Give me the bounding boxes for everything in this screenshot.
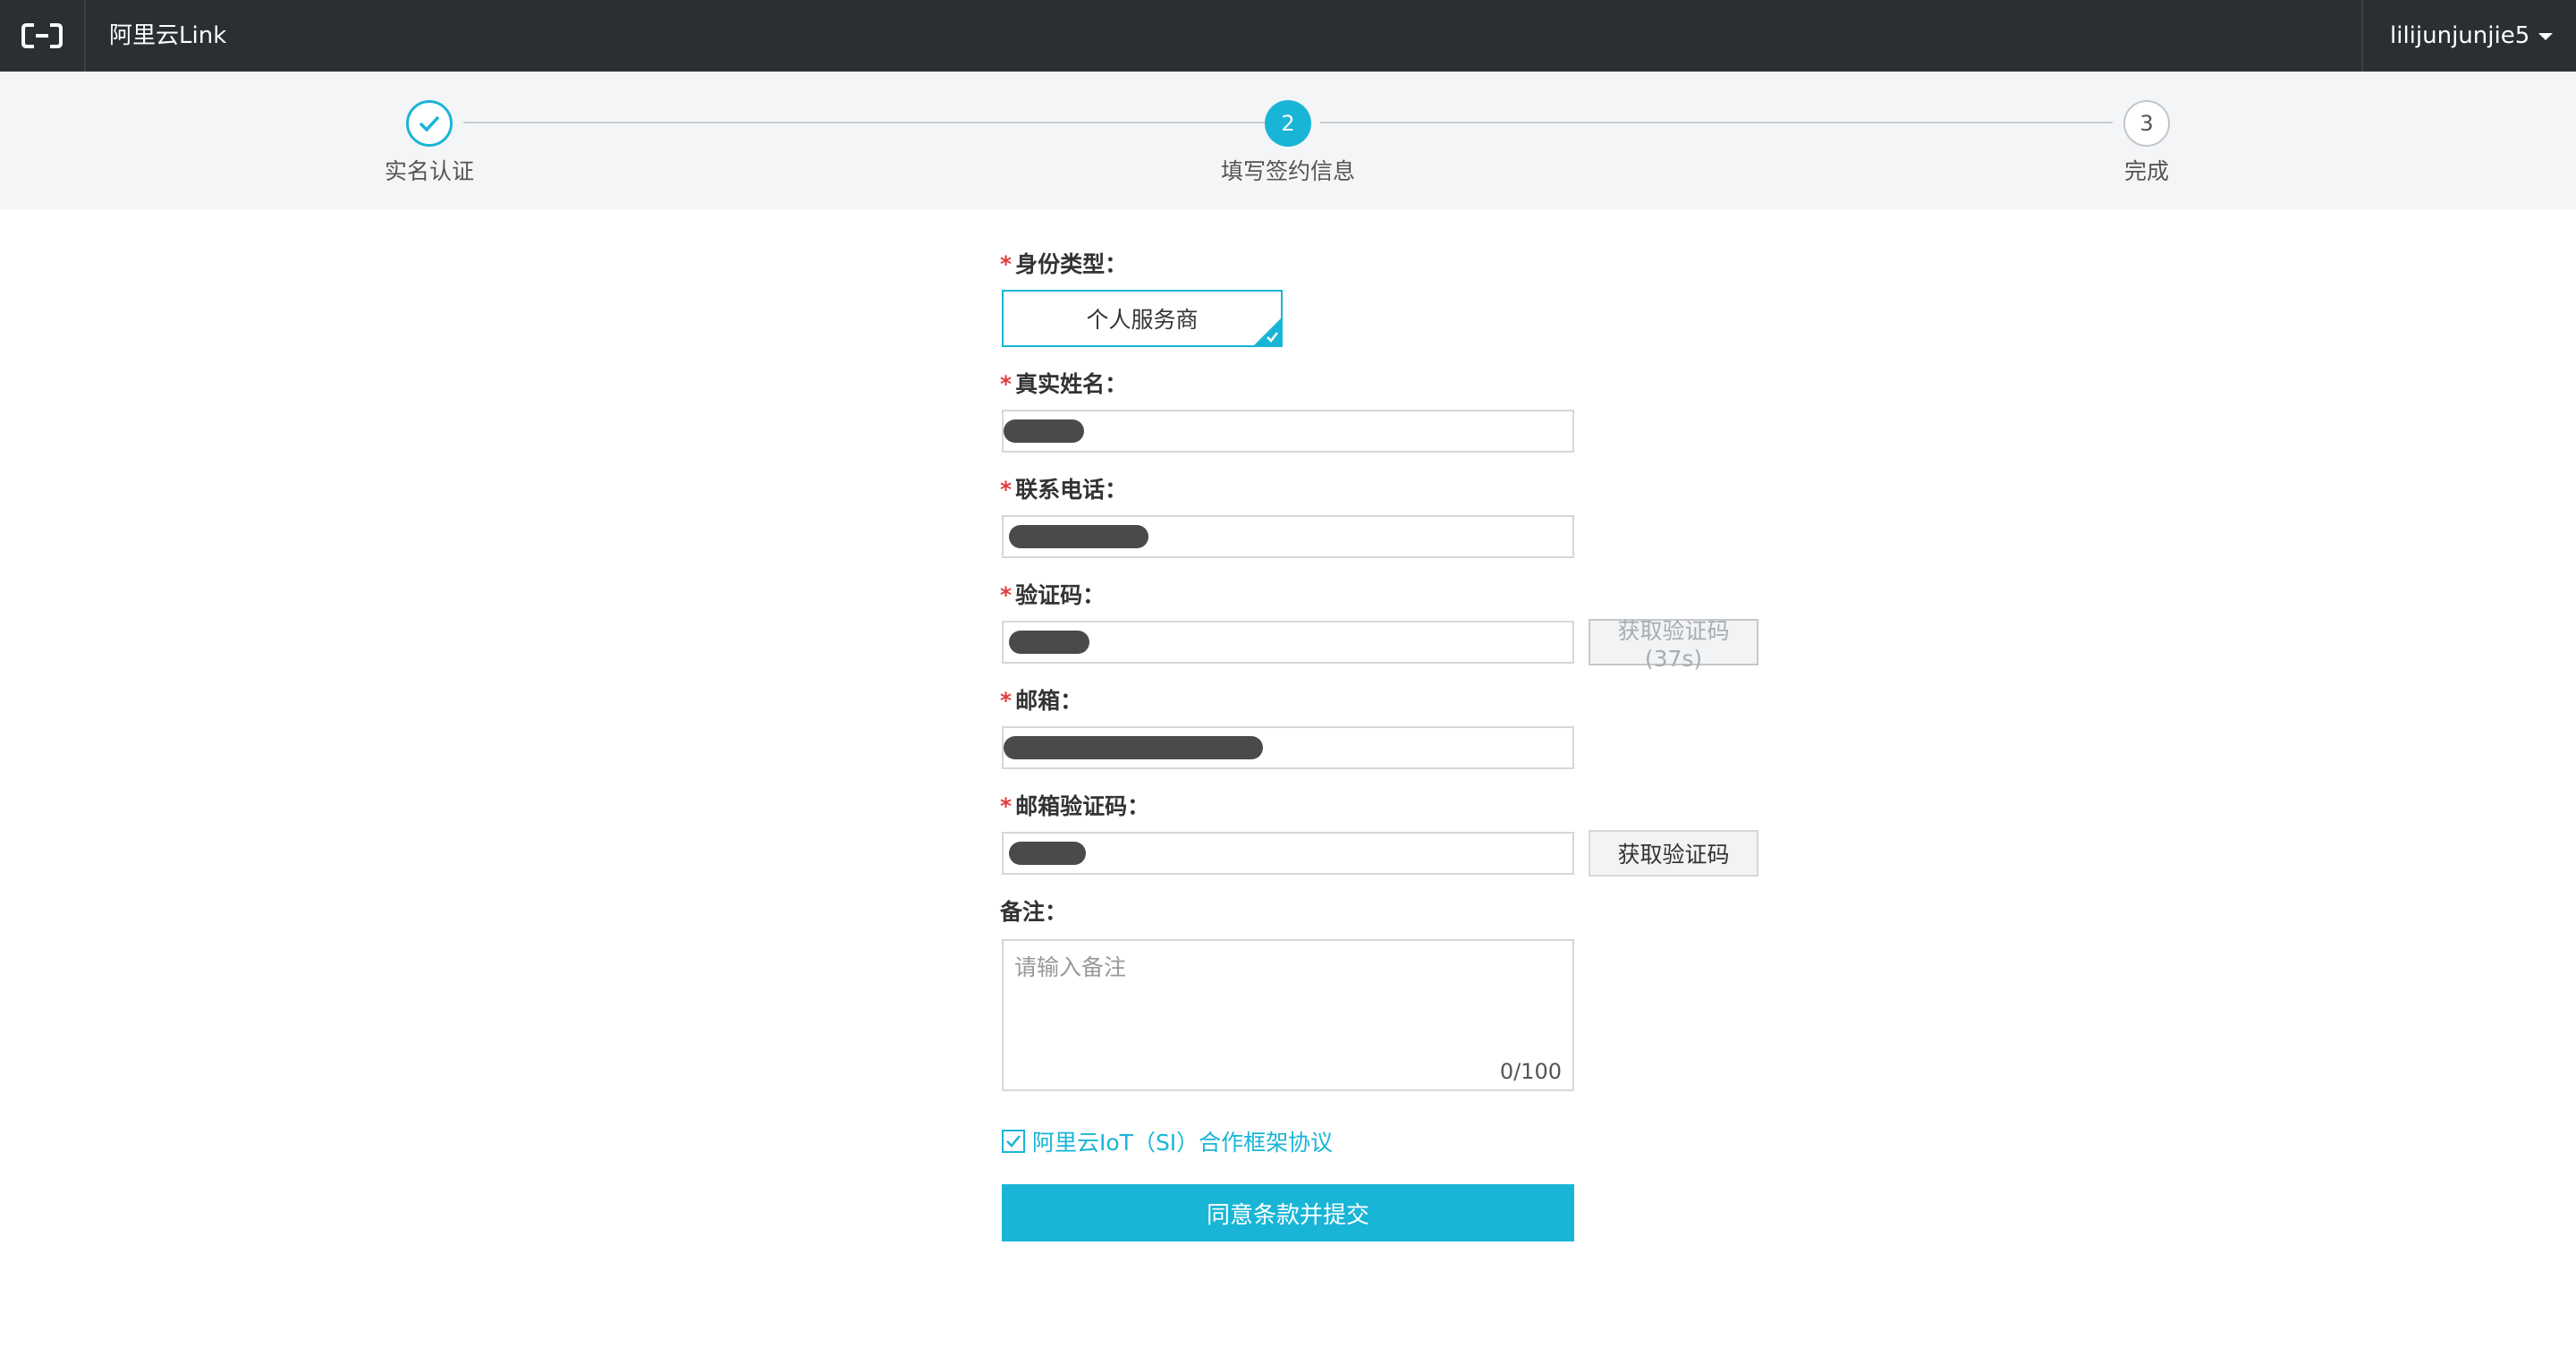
agreement-row: 阿里云IoT（SI）合作框架协议 (1002, 1125, 1333, 1157)
phone-label: * 联系电话： (1000, 472, 1127, 504)
identity-type-label-text: 身份类型： (1015, 251, 1128, 277)
step-1-label: 实名认证 (384, 158, 474, 184)
progress-steps: 实名认证 2 填写签约信息 3 完成 (0, 72, 2576, 209)
required-mark: * (1000, 371, 1013, 397)
required-mark: * (1000, 688, 1013, 714)
agreement-link[interactable]: 阿里云IoT（SI）合作框架协议 (1032, 1125, 1333, 1157)
email-code-label: * 邮箱验证码： (1000, 789, 1149, 821)
user-menu[interactable]: lilijunjunjie5 (2361, 0, 2576, 72)
email-label-text: 邮箱： (1015, 688, 1083, 714)
remark-placeholder: 请输入备注 (1014, 954, 1127, 980)
step-2-label: 填写签约信息 (1220, 158, 1355, 184)
real-name-label: * 真实姓名： (1000, 367, 1127, 399)
redacted-value (1009, 631, 1089, 654)
step-1-circle (406, 100, 453, 147)
caret-down-icon[interactable] (2538, 33, 2553, 40)
step-connector (1320, 122, 2113, 123)
sms-code-label: * 验证码： (1000, 578, 1105, 610)
redacted-value (1009, 842, 1086, 865)
remark-label-text: 备注： (1000, 899, 1068, 925)
selected-check-icon (1254, 318, 1281, 345)
redacted-value (1004, 419, 1084, 443)
sms-code-label-text: 验证码： (1015, 582, 1106, 608)
phone-label-text: 联系电话： (1015, 477, 1128, 503)
real-name-label-text: 真实姓名： (1015, 371, 1128, 397)
get-email-code-button[interactable]: 获取验证码 (1589, 830, 1758, 877)
step-3-label: 完成 (2123, 158, 2169, 184)
top-navbar: 阿里云Link lilijunjunjie5 (0, 0, 2576, 72)
remark-label: 备注： (1000, 894, 1067, 927)
logo[interactable] (0, 0, 86, 72)
redacted-value (1004, 736, 1263, 759)
app-title[interactable]: 阿里云Link (109, 0, 226, 72)
remark-char-counter: 0/100 (1499, 1059, 1562, 1084)
required-mark: * (1000, 477, 1013, 503)
user-name[interactable]: lilijunjunjie5 (2390, 22, 2529, 49)
step-2-circle: 2 (1265, 100, 1311, 147)
identity-type-option-individual[interactable]: 个人服务商 (1002, 290, 1283, 347)
redacted-value (1009, 525, 1148, 548)
required-mark: * (1000, 793, 1013, 819)
phone-input[interactable] (1002, 515, 1574, 558)
real-name-input[interactable] (1002, 410, 1574, 453)
agree-submit-button[interactable]: 同意条款并提交 (1002, 1184, 1574, 1241)
identity-type-option-label: 个人服务商 (1086, 307, 1199, 333)
aliyun-logo-icon (21, 23, 63, 48)
remark-textarea[interactable]: 请输入备注 0/100 (1002, 939, 1574, 1091)
email-code-input[interactable] (1002, 832, 1574, 875)
email-code-label-text: 邮箱验证码： (1015, 793, 1150, 819)
check-icon (1006, 1135, 1021, 1148)
check-icon (419, 115, 440, 132)
email-input[interactable] (1002, 726, 1574, 769)
identity-type-label: * 身份类型： (1000, 247, 1127, 279)
required-mark: * (1000, 582, 1013, 608)
step-3-circle: 3 (2123, 100, 2170, 147)
step-connector (463, 122, 1267, 123)
get-sms-code-button[interactable]: 获取验证码(37s) (1589, 618, 1758, 672)
required-mark: * (1000, 251, 1013, 277)
agreement-checkbox[interactable] (1002, 1130, 1025, 1153)
email-label: * 邮箱： (1000, 683, 1082, 716)
sms-code-input[interactable] (1002, 621, 1574, 664)
